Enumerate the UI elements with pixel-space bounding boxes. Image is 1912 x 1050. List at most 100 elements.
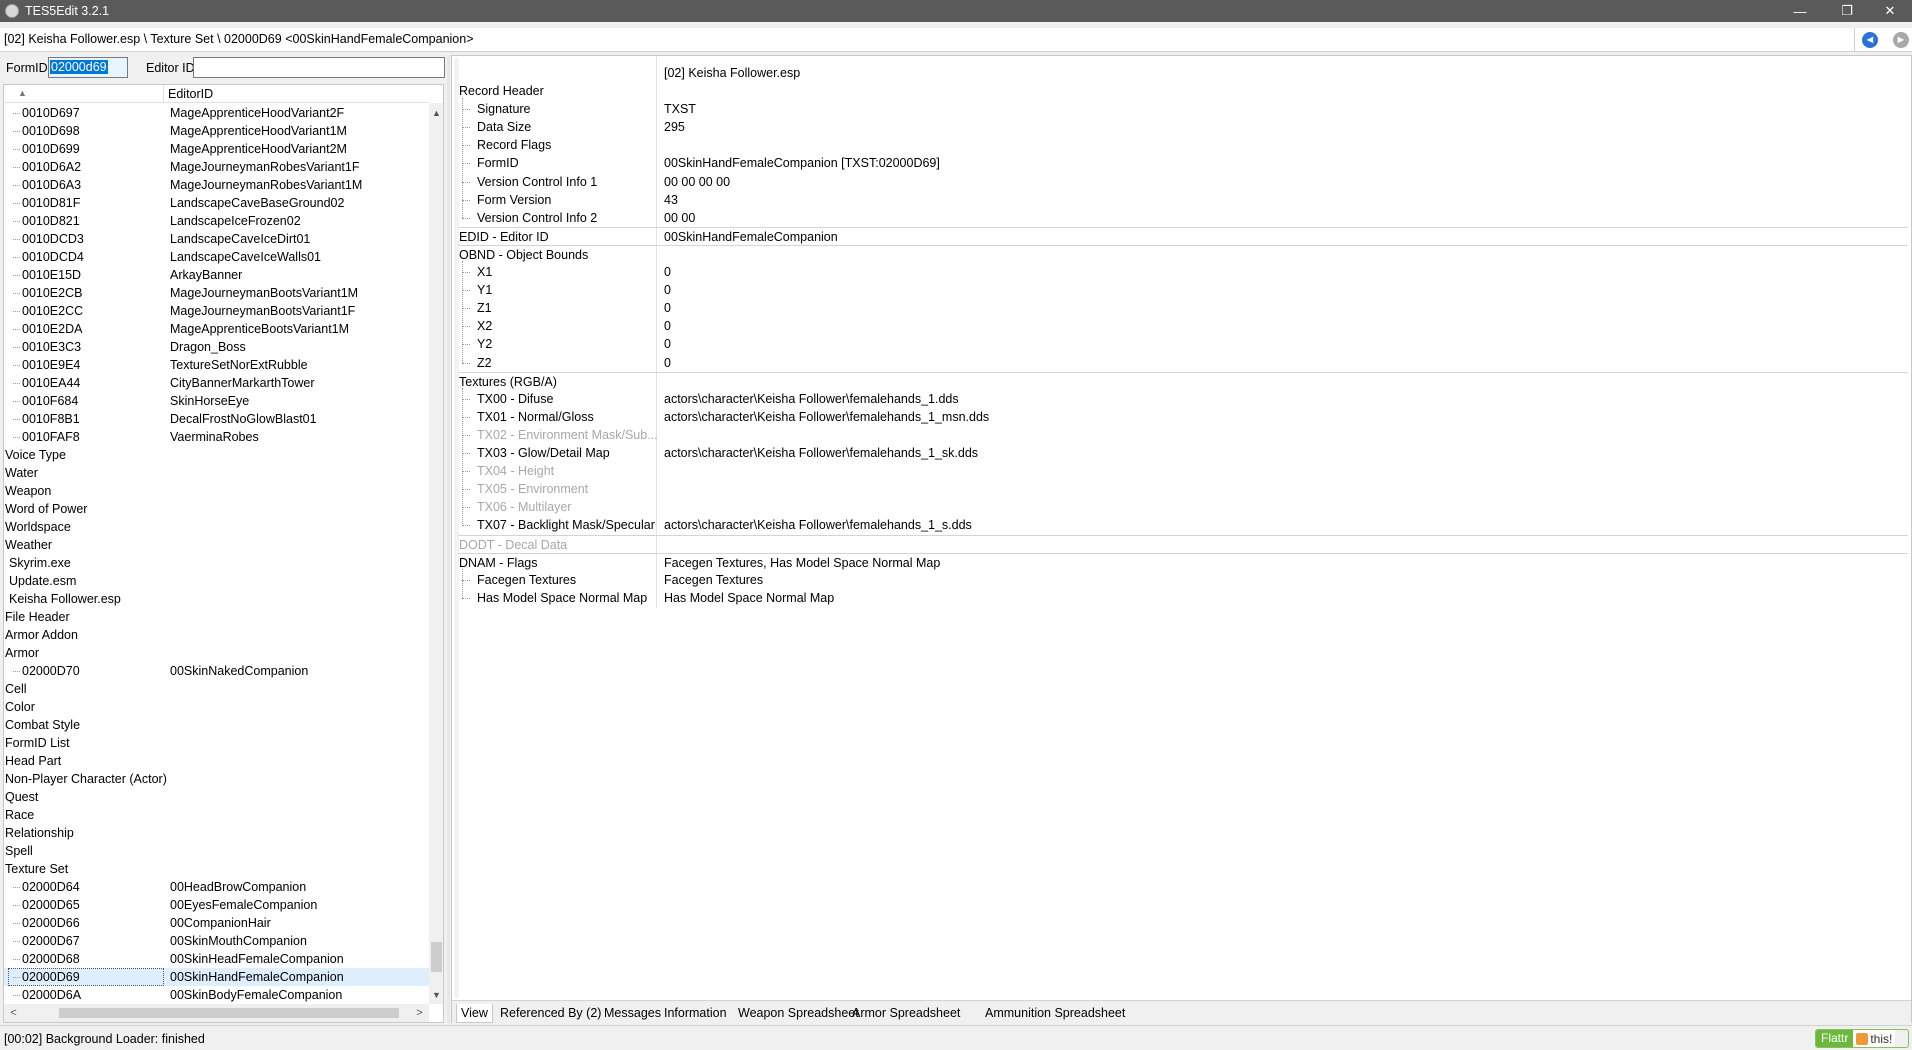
tab-ammunition-spreadsheet[interactable]: Ammunition Spreadsheet [981,1004,1129,1023]
tree-row[interactable]: 0010D699 MageApprenticeHoodVariant2M [4,140,429,158]
record-row[interactable]: Form Version 43 [458,191,1908,209]
path-field[interactable]: [02] Keisha Follower.esp \ Texture Set \… [0,28,1855,52]
scroll-right-icon[interactable]: > [412,1004,427,1022]
tree-row[interactable]: Non-Player Character (Actor) [4,770,429,788]
close-icon[interactable]: ✕ [1868,0,1912,22]
tree-row[interactable]: Word of Power [4,500,429,518]
tree-row[interactable]: 0010EA44 CityBannerMarkarthTower [4,374,429,392]
record-field-value[interactable]: actors\character\Keisha Follower\femaleh… [664,518,972,532]
record-row[interactable]: TX06 - Multilayer [458,498,1908,516]
formid-input[interactable]: 02000d69 [48,57,128,78]
record-row[interactable]: TX03 - Glow/Detail Map actors\character\K… [458,444,1908,462]
record-row[interactable]: EDID - Editor ID 00SkinHandFemaleCompanio… [458,227,1908,245]
record-row[interactable]: TX01 - Normal/Gloss actors\character\Keis… [458,408,1908,426]
tree-row[interactable]: 0010D697 MageApprenticeHoodVariant2F [4,104,429,122]
tree-row[interactable]: 02000D66 00CompanionHair [4,914,429,932]
back-arrow-icon[interactable]: ◄ [1862,32,1878,48]
scroll-down-icon[interactable]: ▼ [429,987,443,1002]
record-field-value[interactable]: 43 [664,193,678,207]
record-row[interactable]: Facegen Textures Facegen Textures [458,571,1908,589]
tree-row[interactable]: 0010DCD3 LandscapeCaveIceDirt01 [4,230,429,248]
record-row[interactable]: Y2 0 [458,335,1908,353]
forward-arrow-icon[interactable]: ► [1893,32,1909,48]
tree-row[interactable]: Head Part [4,752,429,770]
record-field-value[interactable]: 00 00 [664,211,695,225]
record-field-value[interactable]: Facegen Textures, Has Model Space Normal… [664,556,940,570]
tree-row[interactable]: Skyrim.exe [4,554,429,572]
tree-row[interactable]: 02000D64 00HeadBrowCompanion [4,878,429,896]
tab-armor-spreadsheet[interactable]: Armor Spreadsheet [848,1004,964,1023]
tree-row[interactable]: 02000D6A 00SkinBodyFemaleCompanion [4,986,429,1004]
restore-icon[interactable]: ❐ [1825,0,1869,22]
tree-row[interactable]: 02000D67 00SkinMouthCompanion [4,932,429,950]
scroll-up-icon[interactable]: ▲ [429,105,443,120]
tree-row[interactable]: Weather [4,536,429,554]
panel-splitter[interactable] [447,55,450,1023]
record-field-value[interactable]: 0 [664,283,671,297]
tree-row[interactable]: 0010E2DA MageApprenticeBootsVariant1M [4,320,429,338]
record-row[interactable]: DODT - Decal Data [458,535,1908,553]
tree-row[interactable]: 02000D69 00SkinHandFemaleCompanion [4,968,429,986]
tree-row[interactable]: Combat Style [4,716,429,734]
tree-row[interactable]: 0010FAF8 VaerminaRobes [4,428,429,446]
record-field-value[interactable]: 0 [664,356,671,370]
tree-row[interactable]: 0010E15D ArkayBanner [4,266,429,284]
record-field-value[interactable]: 00SkinHandFemaleCompanion [664,230,838,244]
tree-row[interactable]: Color [4,698,429,716]
tree-horizontal-scrollbar[interactable]: < > [4,1004,429,1022]
record-row[interactable]: FormID 00SkinHandFemaleCompanion [TXST:02… [458,154,1908,172]
tab-messages[interactable]: Messages [600,1004,665,1023]
tree-row[interactable]: 0010E2CC MageJourneymanBootsVariant1F [4,302,429,320]
tree-row[interactable]: 02000D65 00EyesFemaleCompanion [4,896,429,914]
record-field-value[interactable]: actors\character\Keisha Follower\femaleh… [664,392,959,406]
tab-referenced-by-2[interactable]: Referenced By (2) [496,1004,605,1023]
tree-row[interactable]: 0010E2CB MageJourneymanBootsVariant1M [4,284,429,302]
record-field-value[interactable]: Has Model Space Normal Map [664,591,834,605]
record-row[interactable]: TX07 - Backlight Mask/Specular actors\cha… [458,516,1908,534]
record-row[interactable]: TX00 - Difuse actors\character\Keisha Fol… [458,390,1908,408]
tree-row[interactable]: Worldspace [4,518,429,536]
tab-information[interactable]: Information [660,1004,731,1023]
record-row[interactable]: Data Size 295 [458,118,1908,136]
tree-row[interactable]: Relationship [4,824,429,842]
tree-row[interactable]: 0010F684 SkinHorseEye [4,392,429,410]
record-row[interactable]: TX02 - Environment Mask/Sub... [458,426,1908,444]
tree-row[interactable]: 0010D81F LandscapeCaveBaseGround02 [4,194,429,212]
tree-row[interactable]: File Header [4,608,429,626]
tree-row[interactable]: 0010D6A2 MageJourneymanRobesVariant1F [4,158,429,176]
tree-row[interactable]: Water [4,464,429,482]
tree-row[interactable]: 0010D6A3 MageJourneymanRobesVariant1M [4,176,429,194]
tree-row[interactable]: Armor Addon [4,626,429,644]
record-row[interactable]: DNAM - Flags Facegen Textures, Has Model … [458,553,1908,571]
minimize-icon[interactable]: — [1778,0,1822,22]
tree-row[interactable]: Update.esm [4,572,429,590]
editorid-input[interactable] [193,57,445,78]
tree-row[interactable]: Armor [4,644,429,662]
record-row[interactable]: Textures (RGB/A) [458,372,1908,390]
record-field-value[interactable]: 0 [664,265,671,279]
record-row[interactable]: Signature TXST [458,100,1908,118]
tab-weapon-spreadsheet[interactable]: Weapon Spreadsheet [734,1004,863,1023]
tree-row[interactable]: 0010E9E4 TextureSetNorExtRubble [4,356,429,374]
record-field-value[interactable]: 0 [664,337,671,351]
record-field-value[interactable]: 0 [664,301,671,315]
record-field-value[interactable]: TXST [664,102,696,116]
record-field-value[interactable]: 00 00 00 00 [664,175,730,189]
record-field-value[interactable]: 295 [664,120,685,134]
tree-row[interactable]: Quest [4,788,429,806]
scroll-left-icon[interactable]: < [6,1004,21,1022]
record-row[interactable]: OBND - Object Bounds [458,245,1908,263]
record-field-value[interactable]: actors\character\Keisha Follower\femaleh… [664,446,978,460]
flattr-button[interactable]: Flattr this! [1815,1029,1909,1048]
record-row[interactable]: Version Control Info 2 00 00 [458,209,1908,227]
record-field-value[interactable]: actors\character\Keisha Follower\femaleh… [664,410,989,424]
record-row[interactable]: Z2 0 [458,354,1908,372]
tree-row[interactable]: Voice Type [4,446,429,464]
tree-row[interactable]: 0010E3C3 Dragon_Boss [4,338,429,356]
tree-row[interactable]: 02000D68 00SkinHeadFemaleCompanion [4,950,429,968]
tree-row[interactable]: Cell [4,680,429,698]
tree-row[interactable]: Weapon [4,482,429,500]
tab-view[interactable]: View [456,1004,493,1023]
tree-row[interactable]: Keisha Follower.esp [4,590,429,608]
tree-row[interactable]: 0010D821 LandscapeIceFrozen02 [4,212,429,230]
